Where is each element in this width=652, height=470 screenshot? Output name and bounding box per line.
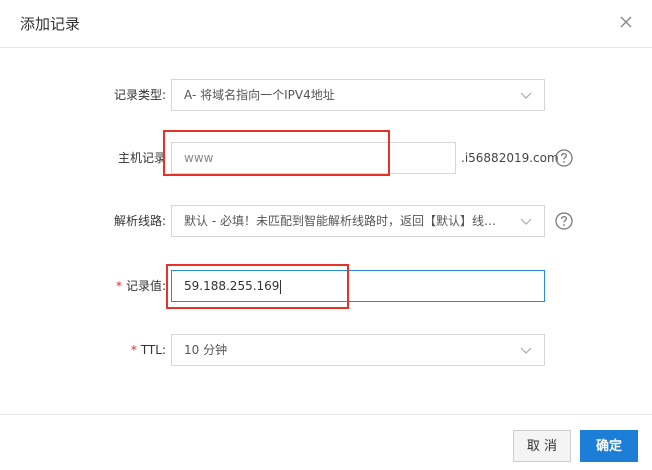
text-caret [280,279,282,294]
required-mark: * [130,343,137,357]
resolve-line-row: 解析线路: 默认 - 必填！未匹配到智能解析线路时，返回【默认】线路... [0,205,652,237]
record-type-label: 记录类型: [113,88,166,102]
required-mark: * [115,279,122,293]
domain-suffix: .i56882019.com [461,151,559,165]
cancel-button[interactable]: 取 消 [513,430,571,462]
ttl-row: * TTL: 10 分钟 [0,334,652,366]
record-value-value: 59.188.255.169 [184,279,280,293]
help-circle-icon[interactable] [555,149,573,167]
resolve-line-value: 默认 - 必填！未匹配到智能解析线路时，返回【默认】线路... [184,214,504,228]
close-icon[interactable] [618,14,634,30]
ttl-label-text: TTL: [140,343,166,357]
host-record-row: 主机记录 www .i56882019.com [0,142,652,174]
host-record-input[interactable]: www [171,142,456,174]
dialog-title: 添加记录 [20,15,81,33]
ttl-label: * TTL: [131,334,166,366]
ok-button[interactable]: 确定 [580,430,638,462]
ttl-value: 10 分钟 [184,343,228,357]
ttl-select[interactable]: 10 分钟 [171,334,545,366]
record-value-label: * 记录值: [116,270,166,302]
dialog-header: 添加记录 [0,0,652,48]
record-type-select[interactable]: A- 将域名指向一个IPV4地址 [171,79,545,111]
record-type-value: A- 将域名指向一个IPV4地址 [184,88,335,102]
record-value-label-text: 记录值: [125,279,166,293]
help-circle-icon[interactable] [555,212,573,230]
resolve-line-select[interactable]: 默认 - 必填！未匹配到智能解析线路时，返回【默认】线路... [171,205,545,237]
dialog-footer: 取 消 确定 [0,414,652,470]
host-record-label: 主机记录 [117,151,166,165]
chevron-down-icon [520,347,532,354]
record-value-input[interactable]: 59.188.255.169 [171,270,545,302]
host-record-value: www [184,151,214,165]
resolve-line-label: 解析线路: [113,214,166,228]
record-type-row: 记录类型: A- 将域名指向一个IPV4地址 [0,79,652,111]
chevron-down-icon [520,218,532,225]
record-value-text: 59.188.255.169 [184,271,282,301]
chevron-down-icon [520,92,532,99]
record-value-row: * 记录值: 59.188.255.169 [0,270,652,302]
